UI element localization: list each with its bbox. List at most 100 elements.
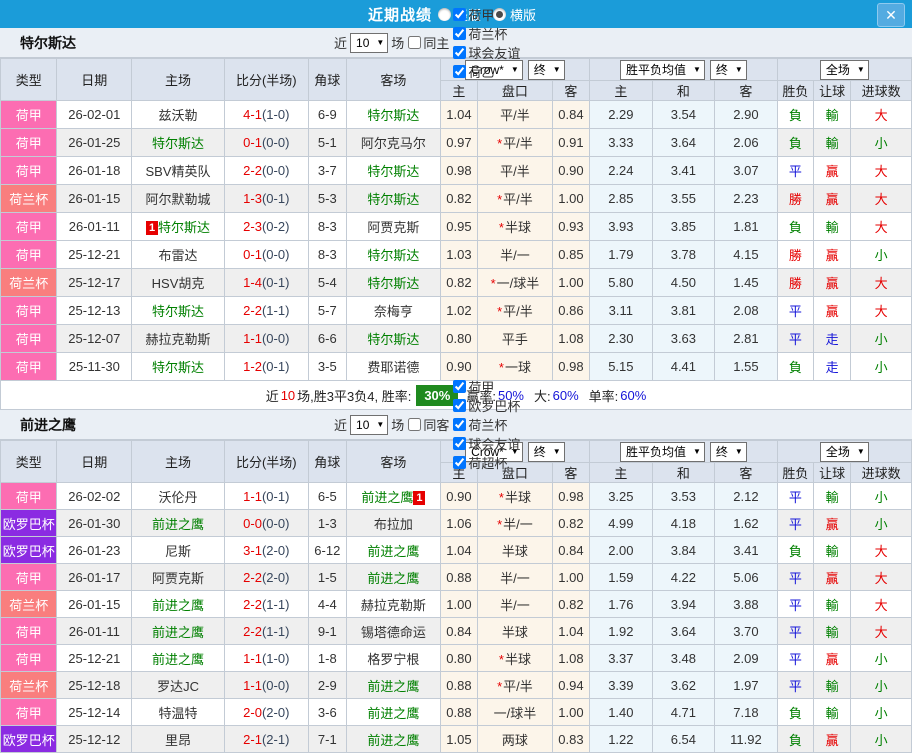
league-checkbox[interactable] [453, 380, 466, 393]
corner-cell: 5-3 [308, 185, 346, 213]
home-team-cell: 特尔斯达 [132, 353, 225, 381]
avg-home-cell: 1.76 [590, 591, 653, 618]
avg-away-cell: 3.70 [715, 618, 778, 645]
half-time-score: (1-0) [262, 107, 289, 122]
league-checkbox[interactable] [453, 46, 466, 59]
same-venue-checkbox[interactable] [408, 418, 421, 431]
avg-home-cell: 1.40 [590, 699, 653, 726]
away-odds-cell: 1.00 [552, 269, 589, 297]
score-cell: 1-1(1-0) [224, 645, 308, 672]
league-checkbox[interactable] [453, 8, 466, 21]
near-label: 近 [334, 415, 347, 434]
away-team-cell: 布拉加 [346, 510, 440, 537]
avg-draw-cell: 3.64 [652, 618, 715, 645]
avg-home-cell: 5.15 [590, 353, 653, 381]
home-odds-cell: 1.04 [440, 537, 477, 564]
team-name: 前进之鹰 [152, 625, 204, 640]
half-time-score: (0-1) [262, 359, 289, 374]
home-odds-cell: 0.82 [440, 269, 477, 297]
score-cell: 1-1(0-0) [224, 672, 308, 699]
avg-stage-select[interactable]: 终▼ [710, 60, 747, 80]
home-team-cell: 特温特 [132, 699, 225, 726]
match-count-select[interactable]: 10 ▼ [350, 33, 388, 53]
away-team-cell: 前进之鹰 [346, 726, 440, 753]
result-cell: 平 [777, 645, 813, 672]
col-type: 类型 [1, 59, 57, 101]
league-checkbox[interactable] [453, 399, 466, 412]
team-name: 罗达JC [157, 679, 199, 694]
avg-odds-select[interactable]: 胜平负均值▼ [620, 60, 705, 80]
league-filter-option[interactable]: 球会友谊 [452, 43, 520, 62]
same-venue-checkbox[interactable] [408, 36, 421, 49]
team-name: 特尔斯达 [367, 164, 419, 179]
away-team-cell: 阿贾克斯 [346, 213, 440, 241]
result-cell: 平 [777, 672, 813, 699]
full-time-score: 1-3 [243, 191, 262, 206]
result-cell: 平 [777, 591, 813, 618]
close-icon[interactable]: ✕ [877, 3, 905, 27]
avg-home-cell: 1.79 [590, 241, 653, 269]
league-checkbox[interactable] [453, 65, 466, 78]
score-cell: 0-0(0-0) [224, 510, 308, 537]
match-count-value: 10 [356, 418, 369, 432]
match-row: 荷兰杯26-01-15前进之鹰2-2(1-1)4-4赫拉克勒斯1.00半/一0.… [1, 591, 912, 618]
league-filter-option[interactable]: 荷超杯 [452, 453, 520, 472]
league-filter-option[interactable]: 荷乙 [452, 62, 520, 81]
avg-odds-select[interactable]: 胜平负均值▼ [620, 442, 705, 462]
team-name: SBV精英队 [146, 164, 211, 179]
league-checkbox[interactable] [453, 456, 466, 469]
match-count-select[interactable]: 10 ▼ [350, 415, 388, 435]
period-select[interactable]: 全场▼ [820, 60, 869, 80]
col-avg-away: 客 [715, 81, 778, 101]
result-cell: 勝 [777, 185, 813, 213]
handicap-cell: 一/球半 [478, 699, 553, 726]
league-checkbox[interactable] [453, 27, 466, 40]
col-result: 胜负 [777, 463, 813, 483]
half-time-score: (1-1) [262, 597, 289, 612]
handicap-result-cell: 贏 [813, 645, 850, 672]
handicap-cell: 平手 [478, 325, 553, 353]
chevron-down-icon: ▼ [735, 447, 743, 456]
league-cell: 荷兰杯 [1, 269, 57, 297]
handicap-result-cell: 輸 [813, 129, 850, 157]
corner-cell: 9-1 [308, 618, 346, 645]
home-team-cell: 赫拉克勒斯 [132, 325, 225, 353]
changed-odds-star: * [499, 652, 504, 667]
league-cell: 荷甲 [1, 129, 57, 157]
league-checkbox[interactable] [453, 437, 466, 450]
home-team-cell: 尼斯 [132, 537, 225, 564]
league-filter-option[interactable]: 荷甲 [452, 5, 520, 24]
half-time-score: (0-0) [262, 331, 289, 346]
league-filter-option[interactable]: 荷兰杯 [452, 415, 520, 434]
avg-stage-select[interactable]: 终▼ [710, 442, 747, 462]
team-name: 特尔斯达 [367, 192, 419, 207]
handicap-result-cell: 輸 [813, 618, 850, 645]
period-select[interactable]: 全场▼ [820, 442, 869, 462]
result-cell: 負 [777, 537, 813, 564]
handicap-result-cell: 輸 [813, 672, 850, 699]
league-cell: 荷甲 [1, 699, 57, 726]
score-cell: 0-1(0-0) [224, 129, 308, 157]
league-filter-option[interactable]: 欧罗巴杯 [452, 396, 520, 415]
corner-cell: 6-5 [308, 483, 346, 510]
same-venue-option[interactable]: 同主 [407, 33, 449, 52]
avg-home-cell: 2.85 [590, 185, 653, 213]
home-odds-cell: 0.80 [440, 325, 477, 353]
changed-odds-star: * [499, 220, 504, 235]
goals-result-cell: 大 [851, 101, 912, 129]
match-date: 25-12-17 [57, 269, 132, 297]
avg-away-cell: 3.07 [715, 157, 778, 185]
vertical-layout-radio[interactable] [438, 8, 451, 21]
league-filter-option[interactable]: 荷兰杯 [452, 24, 520, 43]
odds-stage-select[interactable]: 终▼ [528, 442, 565, 462]
avg-home-cell: 2.00 [590, 537, 653, 564]
league-filter-option[interactable]: 球会友谊 [452, 434, 520, 453]
handicap-result-cell: 贏 [813, 185, 850, 213]
odds-stage-select[interactable]: 终▼ [528, 60, 565, 80]
avg-away-cell: 2.23 [715, 185, 778, 213]
league-checkbox[interactable] [453, 418, 466, 431]
half-time-score: (0-1) [262, 191, 289, 206]
team-name: 里昂 [165, 733, 191, 748]
league-filter-option[interactable]: 荷甲 [452, 377, 520, 396]
same-venue-option[interactable]: 同客 [407, 415, 449, 434]
